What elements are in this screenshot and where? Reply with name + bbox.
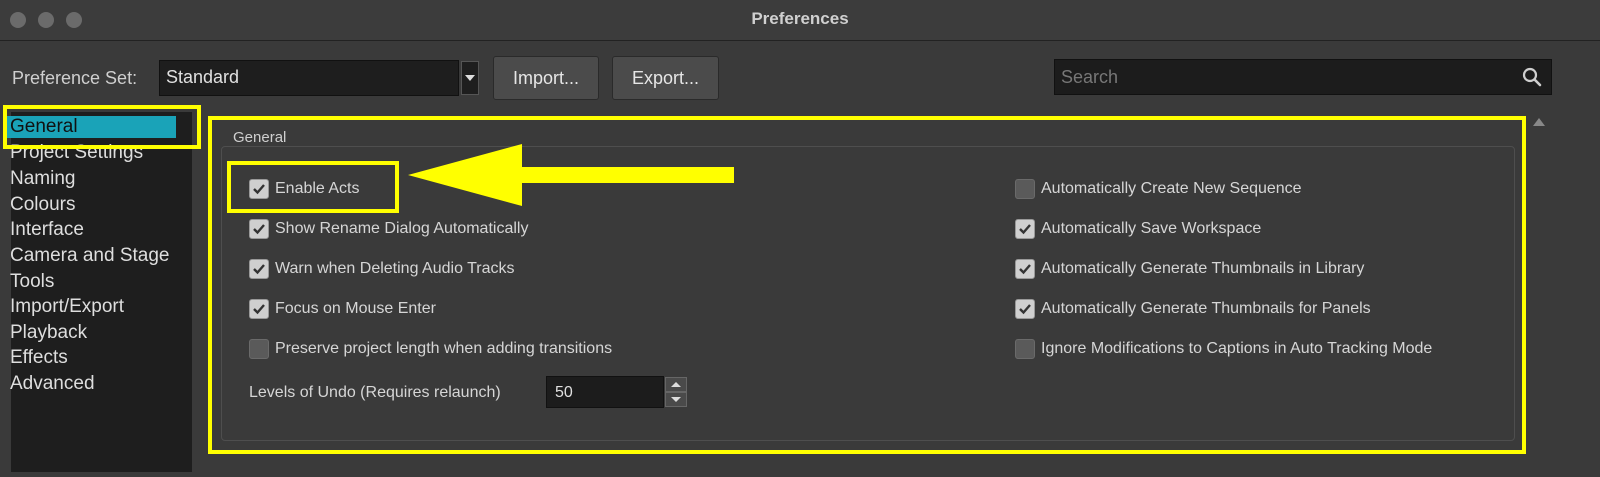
window-title: Preferences xyxy=(751,9,849,28)
search-icon[interactable] xyxy=(1521,66,1543,88)
enable-acts-highlight-box xyxy=(227,161,399,213)
export-button[interactable]: Export... xyxy=(612,56,719,100)
general-highlight-box xyxy=(3,105,201,149)
sidebar-item-effects[interactable]: Effects xyxy=(10,347,68,369)
sidebar-item-import-export[interactable]: Import/Export xyxy=(10,296,124,318)
sidebar-item-interface[interactable]: Interface xyxy=(10,219,84,241)
preference-set-label: Preference Set: xyxy=(12,68,138,88)
sidebar-item-camera-and-stage[interactable]: Camera and Stage xyxy=(10,245,170,267)
sidebar-item-naming[interactable]: Naming xyxy=(10,168,75,190)
import-button[interactable]: Import... xyxy=(493,56,599,100)
chevron-down-icon[interactable] xyxy=(461,61,479,95)
preference-set-select[interactable]: Standard xyxy=(159,60,459,96)
sidebar-item-advanced[interactable]: Advanced xyxy=(10,373,95,395)
sidebar-item-tools[interactable]: Tools xyxy=(10,271,54,293)
sidebar-item-colours[interactable]: Colours xyxy=(10,194,75,216)
scroll-up-icon[interactable] xyxy=(1533,118,1545,126)
search-input[interactable]: Search xyxy=(1054,59,1552,95)
sidebar-item-playback[interactable]: Playback xyxy=(10,322,87,344)
arrow-icon xyxy=(408,144,734,206)
scrollbar[interactable] xyxy=(1529,112,1549,470)
